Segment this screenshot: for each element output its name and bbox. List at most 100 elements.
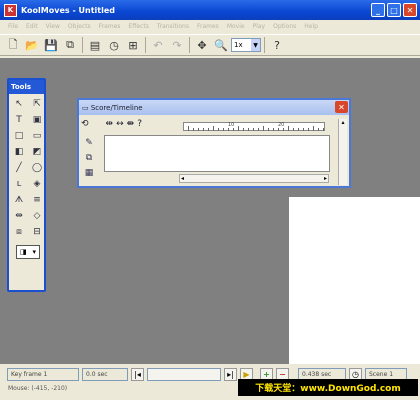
timeline-track-area[interactable] xyxy=(104,135,330,172)
ruler-tick xyxy=(243,128,244,131)
tools-panel-title: Tools xyxy=(9,80,44,94)
ellipse-tool-icon[interactable]: ◯ xyxy=(29,161,45,175)
pen-tool-icon[interactable]: ᗑ xyxy=(11,193,27,207)
scroll-right-icon[interactable]: ▸ xyxy=(324,175,327,182)
group-tool-icon[interactable]: ⧈ xyxy=(11,225,27,239)
lasso-tool-icon[interactable]: ʟ xyxy=(11,177,27,191)
fill-tool-icon[interactable]: ◩ xyxy=(29,145,45,159)
frame-slider[interactable] xyxy=(147,368,221,381)
redo-icon[interactable]: ↷ xyxy=(168,36,186,54)
hierarchy-icon[interactable]: ⊞ xyxy=(124,36,142,54)
help-icon[interactable]: ? xyxy=(268,36,286,54)
menu-objects[interactable]: Objects xyxy=(64,23,95,30)
timeline-ruler[interactable]: 10 20 xyxy=(183,122,325,131)
fill-style-select[interactable]: ◨ ▾ xyxy=(16,245,40,259)
stretch-icon[interactable]: ↔ xyxy=(116,119,124,129)
ruler-tick xyxy=(308,128,309,131)
undo-icon[interactable]: ↶ xyxy=(149,36,167,54)
ruler-tick xyxy=(253,128,254,131)
diamond-tool-icon[interactable]: ◇ xyxy=(29,209,45,223)
line-tool-icon[interactable]: ╱ xyxy=(11,161,27,175)
chevron-down-icon[interactable]: ▼ xyxy=(251,39,260,51)
move-icon[interactable]: ✥ xyxy=(193,36,211,54)
prev-frame-icon[interactable]: |◂ xyxy=(131,368,144,381)
menu-movie[interactable]: Movie xyxy=(223,23,249,30)
scroll-up-icon[interactable]: ▴ xyxy=(341,119,344,126)
score-close-button[interactable]: ✕ xyxy=(335,101,348,113)
text-tool-icon[interactable]: T xyxy=(11,113,27,127)
stage-canvas[interactable] xyxy=(289,197,420,364)
score-timeline-title-bar: ▭ Score/Timeline xyxy=(79,100,349,115)
time-field: 0.0 sec xyxy=(82,368,128,381)
save-icon[interactable]: 💾 xyxy=(42,36,60,54)
menu-options[interactable]: Options xyxy=(269,23,300,30)
ruler-tick xyxy=(218,128,219,131)
menu-transitions[interactable]: Transitions xyxy=(153,23,193,30)
ruler-tick xyxy=(323,128,324,131)
menu-frames[interactable]: Frames xyxy=(95,23,125,30)
scroll-left-icon[interactable]: ◂ xyxy=(181,175,184,182)
document-icon[interactable]: ▤ xyxy=(86,36,104,54)
film-icon[interactable]: ▦ xyxy=(82,166,96,179)
toolbar-separator xyxy=(145,37,146,53)
transform-tool-icon[interactable]: ◈ xyxy=(29,177,45,191)
ruler-tick xyxy=(273,128,274,131)
ruler-tick xyxy=(198,128,199,131)
refresh-icon[interactable]: ⟲ xyxy=(81,119,89,129)
ruler-tick xyxy=(283,128,284,131)
ruler-tick xyxy=(313,126,314,131)
fill-style-icon: ◨ xyxy=(19,248,27,256)
ruler-tick xyxy=(188,126,189,131)
subselect-tool-icon[interactable]: ⇱ xyxy=(29,97,45,111)
keyframe-field: Key frame 1 xyxy=(7,368,79,381)
zoom-select[interactable]: 1x ▼ xyxy=(231,38,261,52)
timeline-vertical-scrollbar[interactable]: ▴ xyxy=(338,119,347,185)
open-folder-icon[interactable]: 📂 xyxy=(23,36,41,54)
rectangle-tool-icon[interactable]: □ xyxy=(11,129,27,143)
ruler-tick xyxy=(303,128,304,131)
clock-icon[interactable]: ◷ xyxy=(105,36,123,54)
menu-play[interactable]: Play xyxy=(249,23,270,30)
ruler-tick xyxy=(318,128,319,131)
ruler-tick xyxy=(213,126,214,131)
maximize-button[interactable]: □ xyxy=(387,3,401,17)
help-icon[interactable]: ? xyxy=(137,119,142,129)
title-bar: K KoolMoves - Untitled _ □ ✕ xyxy=(0,0,420,20)
menu-frames-2[interactable]: Frames xyxy=(193,23,223,30)
add-keyframe-icon[interactable]: ⇼ xyxy=(127,119,135,129)
close-button[interactable]: ✕ xyxy=(403,3,417,17)
menu-file[interactable]: File xyxy=(4,23,22,30)
ruler-tick xyxy=(193,128,194,131)
minimize-button[interactable]: _ xyxy=(371,3,385,17)
pen-icon[interactable]: ✎ xyxy=(82,136,96,149)
window-icon: ▭ xyxy=(82,103,91,112)
ruler-tick xyxy=(248,128,249,131)
menu-edit[interactable]: Edit xyxy=(22,23,42,30)
menu-effects[interactable]: Effects xyxy=(124,23,152,30)
insert-frame-icon[interactable]: ⇹ xyxy=(106,119,114,129)
image-tool-icon[interactable]: ▣ xyxy=(29,113,45,127)
ruler-tick xyxy=(298,128,299,131)
toolbar-separator xyxy=(264,37,265,53)
ruler-tick xyxy=(223,128,224,131)
timeline-horizontal-scrollbar[interactable]: ◂ ▸ xyxy=(179,174,329,183)
ruler-tick xyxy=(238,126,239,131)
next-frame-icon[interactable]: ▸| xyxy=(224,368,237,381)
frame-tool-icon[interactable]: ▭ xyxy=(29,129,45,143)
layers-tool-icon[interactable]: ⊟ xyxy=(29,225,45,239)
watermark-banner: 下载天堂：www.DownGod.com xyxy=(238,379,418,396)
score-timeline-title: Score/Timeline xyxy=(90,103,143,112)
flip-tool-icon[interactable]: ⇹ xyxy=(11,209,27,223)
shape-tool-icon[interactable]: ◧ xyxy=(11,145,27,159)
export-icon[interactable]: ⧉ xyxy=(61,36,79,54)
zoom-icon[interactable]: 🔍 xyxy=(212,36,230,54)
menu-view[interactable]: View xyxy=(42,23,64,30)
window-title: KoolMoves - Untitled xyxy=(21,5,116,15)
ruler-tick xyxy=(263,126,264,131)
ruler-tick xyxy=(208,128,209,131)
menu-help[interactable]: Help xyxy=(300,23,322,30)
align-tool-icon[interactable]: ≡ xyxy=(29,193,45,207)
new-file-icon[interactable]: 🗋 xyxy=(4,36,22,54)
copy-icon[interactable]: ⧉ xyxy=(82,151,96,164)
arrow-tool-icon[interactable]: ↖ xyxy=(11,97,27,111)
